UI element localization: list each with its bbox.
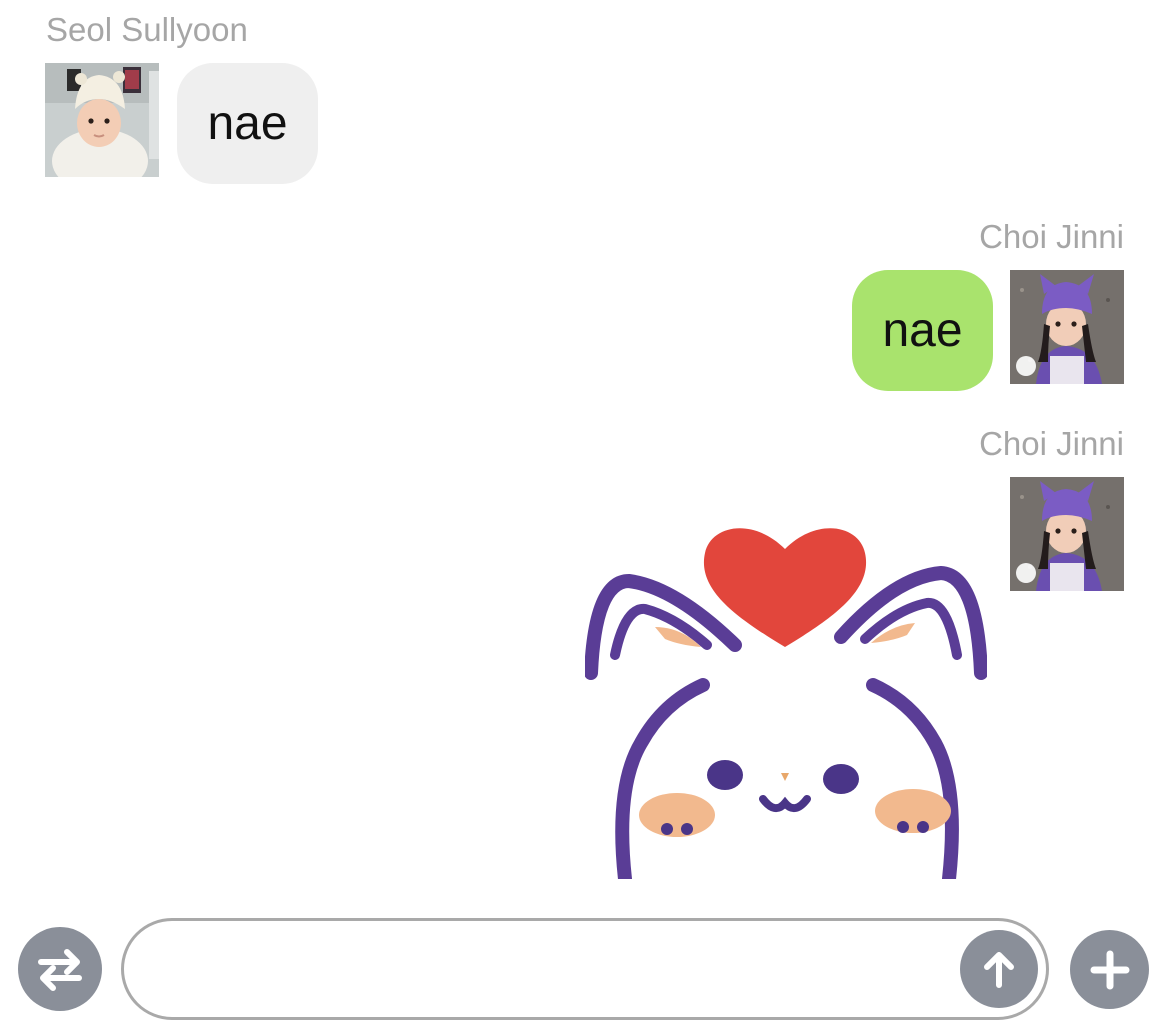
avatar-choi-jinni[interactable]: [1010, 477, 1124, 591]
message-bubble-received[interactable]: nae: [177, 63, 318, 184]
arrow-up-icon: [984, 952, 1014, 988]
send-button[interactable]: [960, 930, 1038, 1008]
sender-name-choi-jinni: Choi Jinni: [979, 425, 1124, 462]
message-text: nae: [207, 97, 288, 150]
message-input-container: [121, 918, 1049, 1020]
sender-name-seol-sullyoon: Seol Sullyoon: [46, 11, 248, 48]
swap-arrows-icon: [38, 949, 82, 991]
avatar-choi-jinni[interactable]: [1010, 270, 1124, 384]
add-attachment-button[interactable]: [1070, 930, 1149, 1009]
white-cat-heart-sticker-image: [585, 477, 987, 879]
avatar-seol-sullyoon[interactable]: [45, 63, 159, 177]
message-text: nae: [882, 304, 963, 357]
switch-keyboard-button[interactable]: [18, 927, 102, 1011]
cat-heart-sticker[interactable]: [585, 477, 987, 879]
sender-name-choi-jinni: Choi Jinni: [979, 218, 1124, 255]
baby-photo-image: [45, 63, 159, 177]
message-bubble-sent[interactable]: nae: [852, 270, 993, 391]
plus-icon: [1090, 950, 1129, 989]
message-input[interactable]: [154, 935, 958, 1007]
child-photo-image: [1010, 477, 1124, 591]
child-photo-image: [1010, 270, 1124, 384]
